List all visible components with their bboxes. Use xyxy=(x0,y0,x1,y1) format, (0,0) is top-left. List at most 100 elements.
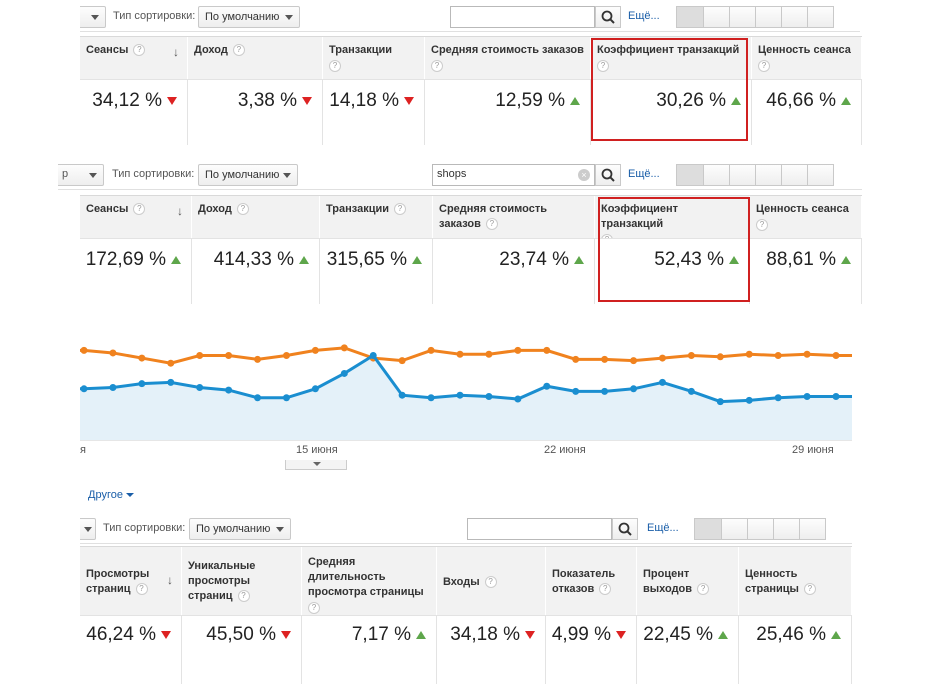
data-point[interactable] xyxy=(427,346,435,354)
clear-icon[interactable]: × xyxy=(578,169,590,181)
search-input[interactable]: shops × xyxy=(432,164,595,186)
help-icon[interactable]: ? xyxy=(803,583,816,596)
term-cloud-icon[interactable] xyxy=(781,7,807,27)
search-input[interactable] xyxy=(450,6,595,28)
col-header-pageviews[interactable]: Просмотры страниц? ↓ xyxy=(80,547,182,615)
help-icon[interactable]: ? xyxy=(329,60,341,72)
table-view-icon[interactable] xyxy=(677,7,703,27)
help-icon[interactable]: ? xyxy=(697,583,710,596)
data-point[interactable] xyxy=(109,384,117,392)
more-link[interactable]: Ещё... xyxy=(628,10,660,22)
data-point[interactable] xyxy=(601,355,609,363)
data-point[interactable] xyxy=(774,352,782,360)
data-point[interactable] xyxy=(485,350,493,358)
col-header-avg-order-value[interactable]: Средняя стоимость заказов? xyxy=(433,196,595,238)
data-point[interactable] xyxy=(832,392,840,400)
data-point[interactable] xyxy=(514,395,522,403)
data-point[interactable] xyxy=(658,378,666,386)
help-icon[interactable]: ? xyxy=(758,60,770,72)
search-button[interactable] xyxy=(595,164,621,186)
col-header-session-value[interactable]: Ценность сеанса? xyxy=(750,196,862,238)
col-header-unique-pageviews[interactable]: Уникальные просмотры страниц? xyxy=(182,547,302,615)
more-link[interactable]: Ещё... xyxy=(628,168,660,180)
pivot-view-icon[interactable] xyxy=(799,519,825,539)
table-view-icon[interactable] xyxy=(677,165,703,185)
data-point[interactable] xyxy=(687,387,695,395)
col-header-revenue[interactable]: Доход? xyxy=(188,37,323,79)
data-point[interactable] xyxy=(572,355,580,363)
data-point[interactable] xyxy=(340,344,348,352)
sort-type-select[interactable]: По умолчанию xyxy=(189,518,291,540)
data-point[interactable] xyxy=(369,352,377,360)
data-point[interactable] xyxy=(398,357,406,365)
term-cloud-icon[interactable] xyxy=(781,165,807,185)
other-dropdown[interactable]: Другое xyxy=(88,489,135,501)
data-point[interactable] xyxy=(138,380,146,388)
col-header-entrances[interactable]: Входы? xyxy=(437,547,546,615)
search-input[interactable] xyxy=(467,518,612,540)
col-header-transactions[interactable]: Транзакции? xyxy=(320,196,433,238)
data-point[interactable] xyxy=(774,394,782,402)
dimension-dropdown[interactable] xyxy=(80,518,96,540)
data-point[interactable] xyxy=(282,394,290,402)
data-point[interactable] xyxy=(716,398,724,406)
data-point[interactable] xyxy=(745,396,753,404)
col-header-page-value[interactable]: Ценность страницы? xyxy=(739,547,852,615)
data-point[interactable] xyxy=(630,385,638,393)
search-button[interactable] xyxy=(612,518,638,540)
col-header-exit-rate[interactable]: Процент выходов? xyxy=(637,547,739,615)
data-point[interactable] xyxy=(601,387,609,395)
data-point[interactable] xyxy=(716,353,724,361)
pie-view-icon[interactable] xyxy=(721,519,747,539)
comparison-view-icon[interactable] xyxy=(755,165,781,185)
comparison-view-icon[interactable] xyxy=(773,519,799,539)
bar-view-icon[interactable] xyxy=(729,165,755,185)
data-point[interactable] xyxy=(803,350,811,358)
data-point[interactable] xyxy=(687,352,695,360)
search-button[interactable] xyxy=(595,6,621,28)
help-icon[interactable]: ? xyxy=(135,583,148,596)
data-point[interactable] xyxy=(167,359,175,367)
data-point[interactable] xyxy=(109,349,117,357)
help-icon[interactable]: ? xyxy=(431,60,443,72)
data-point[interactable] xyxy=(832,352,840,360)
help-icon[interactable]: ? xyxy=(756,219,768,231)
data-point[interactable] xyxy=(282,352,290,360)
data-point[interactable] xyxy=(630,357,638,365)
data-point[interactable] xyxy=(225,386,233,394)
data-point[interactable] xyxy=(196,384,204,392)
help-icon[interactable]: ? xyxy=(133,44,146,57)
data-point[interactable] xyxy=(543,382,551,390)
data-point[interactable] xyxy=(254,394,262,402)
chart-scroll-handle[interactable] xyxy=(285,460,347,470)
pivot-view-icon[interactable] xyxy=(807,7,833,27)
pivot-view-icon[interactable] xyxy=(807,165,833,185)
pie-view-icon[interactable] xyxy=(703,165,729,185)
table-view-icon[interactable] xyxy=(695,519,721,539)
data-point[interactable] xyxy=(311,385,319,393)
pie-view-icon[interactable] xyxy=(703,7,729,27)
col-header-avg-order-value[interactable]: Средняя стоимость заказов? xyxy=(425,37,591,79)
data-point[interactable] xyxy=(196,352,204,360)
data-point[interactable] xyxy=(485,392,493,400)
bar-view-icon[interactable] xyxy=(729,7,755,27)
data-point[interactable] xyxy=(167,378,175,386)
col-header-transactions[interactable]: Транзакции? xyxy=(323,37,425,79)
data-point[interactable] xyxy=(80,385,88,393)
data-point[interactable] xyxy=(254,355,262,363)
sort-type-select[interactable]: По умолчанию xyxy=(198,164,298,186)
help-icon[interactable]: ? xyxy=(599,583,612,596)
col-header-bounce-rate[interactable]: Показатель отказов? xyxy=(546,547,637,615)
data-point[interactable] xyxy=(225,352,233,360)
col-header-avg-time-on-page[interactable]: Средняя длительность просмотра страницы? xyxy=(302,547,437,615)
help-icon[interactable]: ? xyxy=(232,44,245,57)
data-point[interactable] xyxy=(745,350,753,358)
help-icon[interactable]: ? xyxy=(485,218,498,231)
col-header-sessions[interactable]: Сеансы? ↓ xyxy=(80,196,192,238)
comparison-view-icon[interactable] xyxy=(755,7,781,27)
help-icon[interactable]: ? xyxy=(484,576,497,589)
data-point[interactable] xyxy=(543,346,551,354)
help-icon[interactable]: ? xyxy=(133,203,146,216)
more-link[interactable]: Ещё... xyxy=(647,522,679,534)
data-point[interactable] xyxy=(340,369,348,377)
